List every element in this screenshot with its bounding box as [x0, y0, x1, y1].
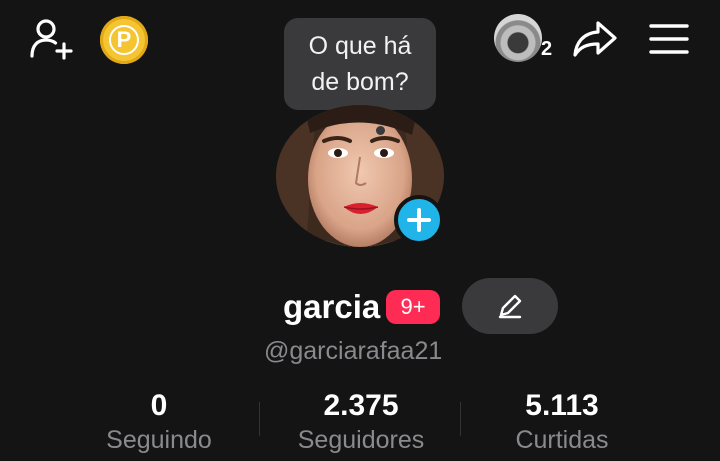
coin-glyph: P: [116, 27, 132, 52]
share-profile-button[interactable]: [570, 14, 620, 64]
followers-count: 2.375: [323, 389, 399, 422]
add-friend-button[interactable]: [26, 14, 78, 66]
status-note-line-2: de bom?: [311, 68, 409, 96]
username-handle: @garciarafaa21: [264, 337, 443, 365]
stat-following[interactable]: 0 Seguindo: [69, 388, 249, 456]
stat-followers[interactable]: 2.375 Seguidores: [271, 388, 451, 456]
visitor-avatar: [494, 14, 542, 62]
likes-label: Curtidas: [515, 426, 609, 454]
pencil-icon: [498, 294, 522, 319]
person-add-icon: [30, 19, 73, 60]
coins-button[interactable]: P: [100, 16, 148, 64]
add-photo-button[interactable]: [394, 195, 444, 245]
notification-badge[interactable]: 9+: [386, 290, 440, 324]
edit-profile-button[interactable]: [462, 278, 558, 334]
plus-icon: [407, 208, 431, 232]
stat-divider: [259, 402, 260, 436]
profile-visitors-button[interactable]: 2: [494, 14, 556, 64]
display-name: garcia: [283, 288, 381, 325]
coin-p-icon: P: [109, 25, 139, 55]
share-arrow-icon: [573, 21, 617, 57]
visitor-count: 2: [541, 38, 553, 60]
status-note-line-1: O que há: [308, 32, 412, 60]
hamburger-menu-icon: [649, 24, 689, 54]
status-note-bubble[interactable]: O que há de bom?: [284, 18, 436, 110]
following-label: Seguindo: [106, 426, 212, 454]
stat-likes[interactable]: 5.113 Curtidas: [472, 388, 652, 456]
menu-button[interactable]: [644, 14, 694, 64]
bubble-connector-dot: [376, 126, 385, 135]
stat-divider: [460, 402, 461, 436]
likes-count: 5.113: [525, 389, 599, 422]
followers-label: Seguidores: [297, 426, 425, 454]
following-count: 0: [150, 389, 168, 422]
